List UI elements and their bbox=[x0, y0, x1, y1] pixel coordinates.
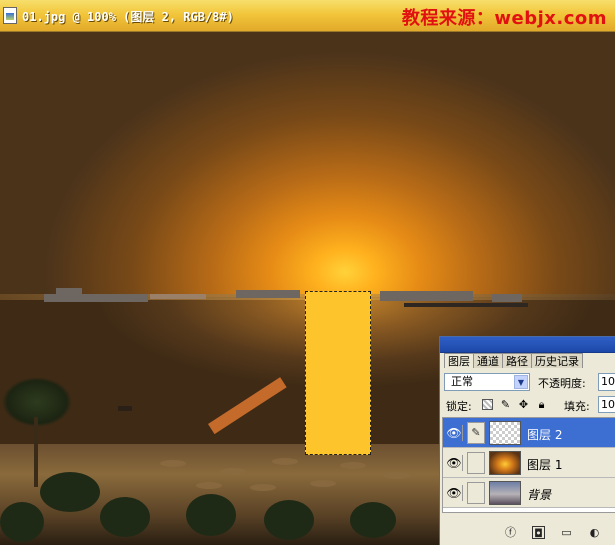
adjustment-layer-icon[interactable]: ◐ bbox=[588, 526, 601, 539]
layer-thumbnail bbox=[489, 481, 521, 505]
add-style-icon[interactable]: ⓕ bbox=[504, 526, 517, 539]
layer-name: 背景 bbox=[527, 488, 552, 502]
layer-name: 图层 1 bbox=[527, 458, 563, 472]
opacity-label: 不透明度: bbox=[538, 377, 586, 390]
eye-icon[interactable]: 👁︎ bbox=[446, 455, 463, 471]
document-title-bar[interactable]: 01.jpg @ 100% (图层 2, RGB/8#) 教程来源：webjx.… bbox=[0, 0, 615, 32]
blend-mode-select[interactable]: 正常 ▼ bbox=[444, 373, 530, 391]
tree bbox=[100, 497, 150, 537]
layer-row[interactable]: 👁︎ 背景 bbox=[443, 478, 615, 508]
link-box[interactable] bbox=[467, 452, 485, 474]
boat bbox=[118, 406, 132, 411]
add-mask-icon[interactable]: ◘ bbox=[532, 526, 545, 540]
blend-opacity-row: 正常 ▼ 不透明度: 100 bbox=[444, 373, 615, 391]
tree bbox=[0, 502, 44, 542]
move-lock-icon[interactable]: ✥ bbox=[518, 399, 529, 410]
ship bbox=[404, 303, 528, 307]
beach-umbrella bbox=[384, 472, 410, 479]
document-title: 01.jpg @ 100% (图层 2, RGB/8#) bbox=[22, 10, 234, 24]
tree bbox=[350, 502, 396, 538]
palette-bottom-bar: ⓕ ◘ ▭ ◐ bbox=[442, 523, 615, 543]
brush-link-icon[interactable]: ✎ bbox=[467, 422, 485, 444]
ship bbox=[44, 294, 148, 302]
ship bbox=[150, 294, 206, 299]
tab-history[interactable]: 历史记录 bbox=[531, 353, 583, 368]
tab-paths[interactable]: 路径 bbox=[502, 353, 532, 368]
sunset-sky bbox=[0, 32, 615, 297]
beach-umbrella bbox=[250, 484, 276, 491]
layer-name: 图层 2 bbox=[527, 428, 563, 442]
tree bbox=[264, 500, 314, 540]
tab-layers[interactable]: 图层 bbox=[444, 353, 474, 368]
fill-input[interactable]: 100 bbox=[598, 396, 615, 413]
fill-label: 填充: bbox=[564, 400, 590, 413]
beach-umbrella bbox=[340, 462, 366, 469]
checker-lock-icon[interactable] bbox=[482, 399, 493, 410]
selection-rectangle[interactable] bbox=[305, 291, 371, 455]
layer-thumbnail bbox=[489, 451, 521, 475]
lock-fill-row: 锁定: ✎ ✥ 🔒︎ 填充: 100 bbox=[444, 396, 615, 413]
chevron-down-icon[interactable]: ▼ bbox=[514, 375, 528, 389]
blend-mode-value: 正常 bbox=[451, 375, 473, 388]
beach-umbrella bbox=[310, 480, 336, 487]
ship bbox=[236, 290, 300, 298]
palette-title-bar[interactable] bbox=[440, 337, 615, 353]
brush-lock-icon[interactable]: ✎ bbox=[500, 399, 511, 410]
link-box[interactable] bbox=[467, 482, 485, 504]
layers-list: 👁︎ ✎ 图层 2 👁︎ 图层 1 👁︎ 背景 bbox=[442, 417, 615, 513]
opacity-input[interactable]: 100 bbox=[598, 373, 615, 391]
beach-umbrella bbox=[160, 460, 186, 467]
palm-trunk bbox=[34, 417, 38, 487]
palette-tabs: 图层 通道 路径 历史记录 bbox=[444, 353, 583, 369]
beach-umbrella bbox=[272, 458, 298, 465]
watermark-text: 教程来源：webjx.com bbox=[401, 8, 607, 29]
new-set-icon[interactable]: ▭ bbox=[560, 526, 573, 539]
beach-umbrella bbox=[196, 482, 222, 489]
padlock-icon[interactable]: 🔒︎ bbox=[536, 399, 547, 410]
layer-thumbnail bbox=[489, 421, 521, 445]
image-document-icon bbox=[3, 7, 17, 24]
tab-channels[interactable]: 通道 bbox=[473, 353, 503, 368]
ship bbox=[380, 291, 473, 301]
layer-row[interactable]: 👁︎ ✎ 图层 2 bbox=[443, 418, 615, 448]
eye-icon[interactable]: 👁︎ bbox=[446, 425, 463, 441]
lock-label: 锁定: bbox=[446, 400, 472, 413]
beach-umbrella bbox=[220, 468, 246, 475]
ship bbox=[492, 294, 522, 302]
ship bbox=[56, 288, 82, 294]
eye-icon[interactable]: 👁︎ bbox=[446, 485, 463, 501]
tree bbox=[186, 494, 236, 536]
tree bbox=[40, 472, 100, 512]
layers-palette: 图层通道路径历史记录 正常 ▼ 不透明度: 100 锁定: ✎ ✥ 🔒︎ 填充:… bbox=[439, 336, 615, 545]
layer-row[interactable]: 👁︎ 图层 1 bbox=[443, 448, 615, 478]
